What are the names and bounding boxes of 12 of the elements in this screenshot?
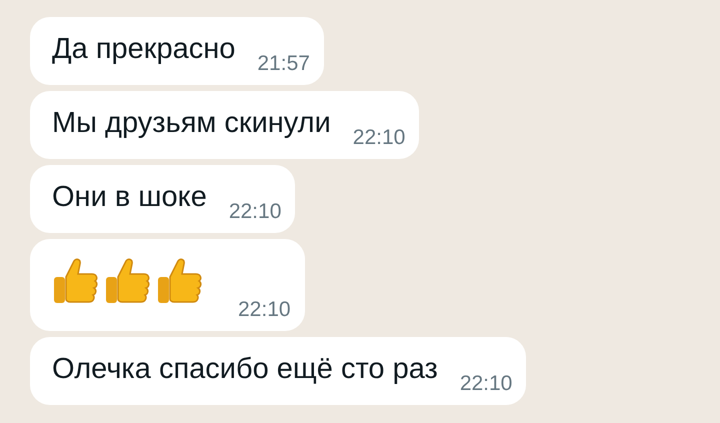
message-text: Они в шоке [52,180,207,215]
message-time: 22:10 [228,199,282,225]
message-time: 22:10 [460,371,512,397]
thumbs-up-icon [104,257,150,305]
message-time: 22:10 [352,125,406,151]
message-text: Олечка спасибо ещё сто раз [52,352,438,387]
message-time: 22:10 [238,297,291,323]
message-text: Мы друзьям скинули [52,106,331,141]
message-time: 21:57 [257,51,310,77]
thumbs-up-icon [156,257,202,305]
thumbs-up-icon [52,257,98,305]
message-text: Да прекрасно [52,32,236,67]
